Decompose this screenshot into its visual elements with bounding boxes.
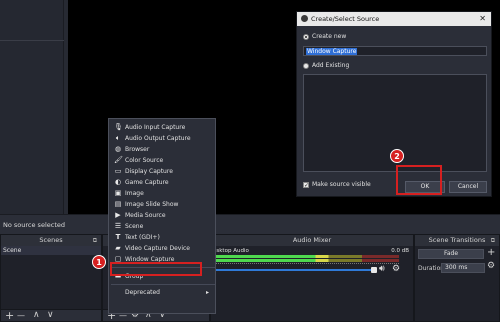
image-icon: ▣	[114, 189, 122, 197]
add-source-context-menu: 🎙︎ Audio Input Capture 🔈︎ Audio Output Cap…	[108, 118, 216, 314]
scenes-dock: Scenes ⧉ Scene + — ∧ ∨	[0, 234, 102, 322]
menu-item-color-source[interactable]: 🖌︎ Color Source	[109, 155, 215, 166]
speaker-icon[interactable]: 🔊︎	[379, 264, 385, 274]
meter-scale	[213, 262, 399, 264]
audio-mixer-title: Audio Mixer	[292, 236, 332, 244]
create-new-radio[interactable]	[303, 34, 309, 40]
no-source-label: No source selected	[3, 221, 65, 229]
mixer-gear-icon[interactable]: ⚙	[392, 264, 400, 274]
dialog-title: Create/Select Source	[311, 15, 380, 23]
step-1-badge: 1	[92, 255, 106, 269]
menu-item-display-capture[interactable]: ▭ Display Capture	[109, 166, 215, 177]
step-2-badge: 2	[390, 149, 404, 163]
transition-gear-icon[interactable]: ⚙	[487, 261, 495, 271]
obs-app-icon	[301, 15, 308, 22]
move-scene-down-button[interactable]: ∨	[47, 310, 54, 321]
add-transition-button[interactable]: +	[487, 247, 495, 258]
add-existing-radio[interactable]	[303, 63, 309, 69]
audio-mixer-header: Audio Mixer	[211, 235, 413, 246]
mixer-db-readout: 0.0 dB	[391, 248, 409, 254]
transitions-title: Scene Transitions	[428, 236, 486, 244]
create-select-source-dialog: Create/Select Source ✕ Create new Window…	[296, 11, 492, 197]
make-visible-checkbox[interactable]: ✓	[303, 182, 309, 189]
microphone-icon: 🎙︎	[114, 123, 123, 131]
source-toolbar: No source selected	[0, 214, 500, 234]
menu-item-text-gdi[interactable]: T Text (GDI+)	[109, 232, 215, 243]
gamepad-icon: ◐	[114, 178, 122, 186]
add-scene-button[interactable]: +	[5, 310, 14, 321]
camera-icon: ▰	[115, 244, 121, 252]
scene-transitions-dock: Scene Transitions ⧉ Fade + ⚙ Duration 30…	[414, 234, 500, 322]
volume-slider-handle[interactable]	[371, 267, 377, 273]
audio-mixer-dock: Audio Mixer esktop Audio 0.0 dB 🔊︎ ⚙	[210, 234, 414, 322]
play-icon: ▶	[115, 211, 121, 219]
globe-icon: ◍	[114, 145, 122, 153]
menu-item-audio-output-capture[interactable]: 🔈︎ Audio Output Capture	[109, 133, 215, 144]
menu-item-image-slide-show[interactable]: ▤ Image Slide Show	[109, 199, 215, 210]
source-name-input[interactable]: Window Capture	[303, 46, 487, 56]
text-icon: T	[115, 233, 121, 241]
close-icon[interactable]: ✕	[479, 12, 486, 26]
cancel-button[interactable]: Cancel	[449, 181, 487, 193]
ok-button-highlight	[396, 165, 442, 195]
menu-item-audio-input-capture[interactable]: 🎙︎ Audio Input Capture	[109, 122, 215, 133]
move-scene-up-button[interactable]: ∧	[33, 310, 40, 321]
mixer-channel-name: esktop Audio	[213, 248, 249, 254]
speaker-icon: 🔈︎	[115, 134, 121, 142]
undock-icon[interactable]: ⧉	[93, 235, 97, 246]
menu-item-deprecated[interactable]: Deprecated ▸	[109, 287, 215, 298]
duration-input[interactable]: 300 ms	[441, 263, 485, 273]
list-icon: ☰	[114, 222, 122, 230]
menu-item-media-source[interactable]: ▶ Media Source	[109, 210, 215, 221]
menu-item-video-capture-device[interactable]: ▰ Video Capture Device	[109, 243, 215, 254]
menu-item-image[interactable]: ▣ Image	[109, 188, 215, 199]
volume-meter-level	[213, 255, 399, 258]
create-new-label: Create new	[312, 33, 347, 40]
scene-list-item[interactable]: Scene	[1, 246, 101, 255]
left-panel	[0, 0, 64, 214]
make-visible-label: Make source visible	[312, 181, 371, 188]
menu-item-game-capture[interactable]: ◐ Game Capture	[109, 177, 215, 188]
menu-separator	[111, 284, 215, 285]
volume-slider[interactable]	[213, 269, 373, 271]
window-capture-highlight	[110, 262, 202, 276]
remove-scene-button[interactable]: —	[17, 310, 25, 321]
transitions-header: Scene Transitions ⧉	[415, 235, 499, 246]
source-name-value: Window Capture	[306, 48, 358, 55]
paint-brush-icon: 🖌︎	[114, 156, 123, 164]
submenu-arrow-icon: ▸	[205, 289, 209, 296]
undock-icon[interactable]: ⧉	[491, 235, 495, 246]
menu-item-scene[interactable]: ☰ Scene	[109, 221, 215, 232]
menu-item-browser[interactable]: ◍ Browser	[109, 144, 215, 155]
scenes-toolbar: + — ∧ ∨	[1, 309, 101, 321]
scenes-dock-title: Scenes	[39, 236, 63, 244]
transition-select[interactable]: Fade	[418, 249, 484, 259]
monitor-icon: ▭	[114, 167, 122, 175]
slideshow-icon: ▤	[114, 200, 122, 208]
scenes-dock-header: Scenes ⧉	[1, 235, 101, 246]
dialog-titlebar: Create/Select Source ✕	[297, 12, 491, 26]
add-existing-label: Add Existing	[312, 62, 350, 69]
